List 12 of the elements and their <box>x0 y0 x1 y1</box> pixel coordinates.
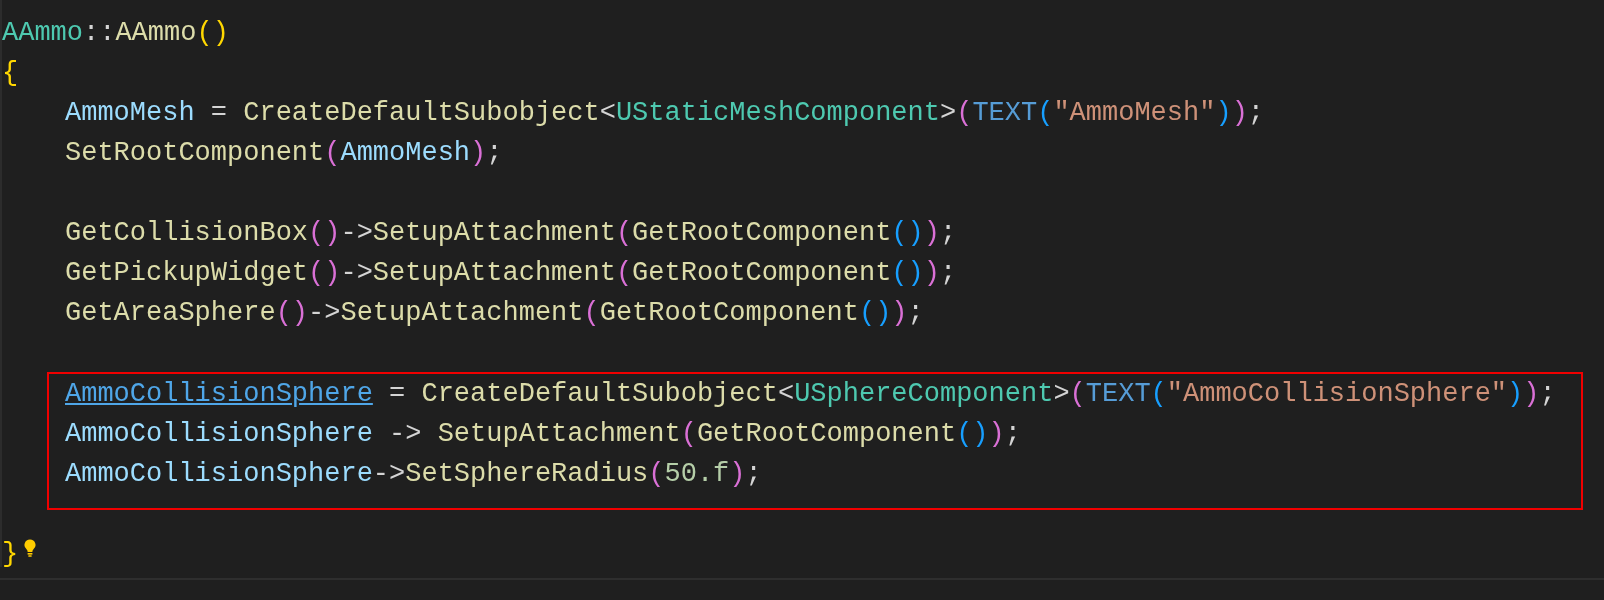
lightbulb-icon[interactable] <box>24 539 37 557</box>
code-line: GetPickupWidget()->SetupAttachment(GetRootComponent()); <box>65 257 957 290</box>
code-line: AmmoMesh = CreateDefaultSubobject<UStaticMeshComponent>(TEXT("AmmoMesh")); <box>65 97 1265 130</box>
code-line: AmmoCollisionSphere -> SetupAttachment(GetRootComponent()); <box>65 418 1021 451</box>
code-line: AAmmo::AAmmo() <box>2 17 229 50</box>
code-line: { <box>2 57 19 90</box>
code-line: AmmoCollisionSphere = CreateDefaultSubobject<USphereComponent>(TEXT("AmmoCollisionSphere")); <box>65 378 1556 411</box>
code-line: } <box>2 538 19 571</box>
code-line: GetCollisionBox()->SetupAttachment(GetRootComponent()); <box>65 217 957 250</box>
code-line: SetRootComponent(AmmoMesh); <box>65 137 503 170</box>
code-line: AmmoCollisionSphere->SetSphereRadius(50.f); <box>65 458 762 491</box>
code-line: GetAreaSphere()->SetupAttachment(GetRootComponent()); <box>65 297 924 330</box>
